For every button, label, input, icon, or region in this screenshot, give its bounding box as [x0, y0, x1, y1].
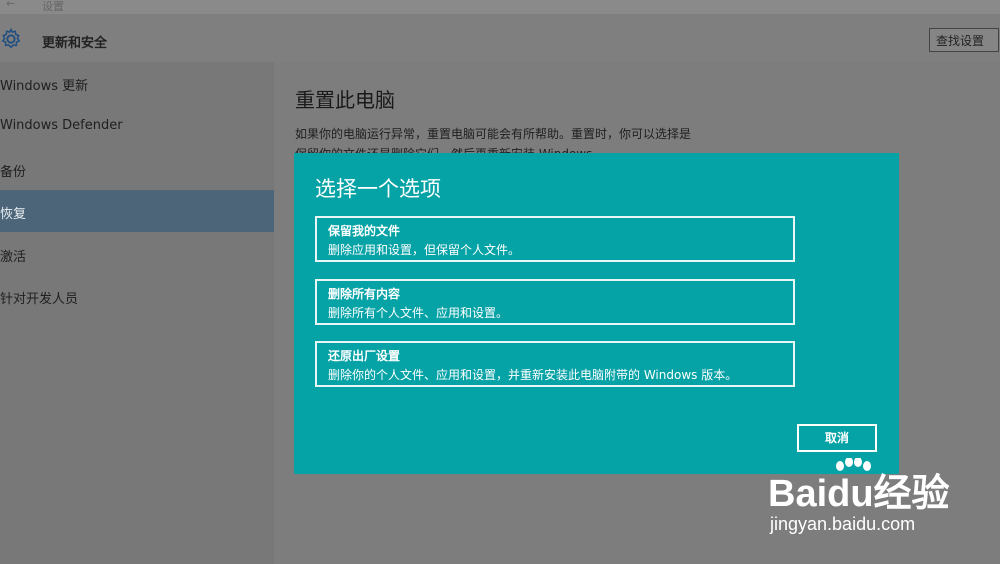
option-description: 删除你的个人文件、应用和设置，并重新安装此电脑附带的 Windows 版本。	[328, 368, 738, 382]
sidebar-item-windows-defender[interactable]: Windows Defender	[0, 105, 274, 147]
option-remove-everything[interactable]: 删除所有内容 删除所有个人文件、应用和设置。	[315, 279, 795, 325]
back-arrow-icon[interactable]: ←	[6, 0, 15, 10]
sidebar-item-label: 激活	[0, 250, 27, 265]
option-description: 删除所有个人文件、应用和设置。	[328, 306, 509, 320]
watermark-url: jingyan.baidu.com	[770, 514, 916, 534]
search-settings-input[interactable]: 查找设置	[929, 28, 999, 52]
app-title: 设置	[42, 0, 64, 13]
option-description: 删除应用和设置，但保留个人文件。	[328, 243, 521, 257]
reset-description: 如果你的电脑运行异常，重置电脑可能会有所帮助。重置时，你可以选择是保留你的文件还…	[295, 127, 692, 154]
sidebar-item-label: 恢复	[0, 207, 27, 222]
page-header-title: 更新和安全	[42, 36, 108, 51]
choose-option-dialog: 选择一个选项 保留我的文件 删除应用和设置，但保留个人文件。 删除所有内容 删除…	[294, 153, 899, 474]
sidebar-item-for-developers[interactable]: 针对开发人员	[0, 275, 274, 317]
sidebar-item-label: Windows 更新	[0, 79, 89, 94]
sidebar-item-label: 备份	[0, 165, 27, 180]
title-bar: ← 设置	[0, 0, 1000, 14]
dialog-title: 选择一个选项	[315, 177, 441, 201]
sidebar-item-recovery[interactable]: 恢复	[0, 190, 274, 232]
gear-icon	[1, 28, 21, 49]
sidebar-item-label: Windows Defender	[0, 118, 123, 133]
page-title: 重置此电脑	[295, 88, 395, 112]
sidebar-item-windows-update[interactable]: Windows 更新	[0, 62, 274, 104]
option-title: 保留我的文件	[328, 224, 401, 238]
sidebar-item-label: 针对开发人员	[0, 292, 79, 307]
settings-header: 更新和安全	[0, 14, 1000, 62]
sidebar-item-activation[interactable]: 激活	[0, 233, 274, 275]
sidebar-item-backup[interactable]: 备份	[0, 148, 274, 190]
option-title: 删除所有内容	[328, 287, 401, 301]
cancel-button[interactable]: 取消	[797, 424, 877, 452]
paw-icon	[836, 458, 871, 471]
option-restore-factory-settings[interactable]: 还原出厂设置 删除你的个人文件、应用和设置，并重新安装此电脑附带的 Window…	[315, 341, 795, 387]
sidebar: Windows 更新 Windows Defender 备份 恢复 激活 针对开…	[0, 62, 274, 564]
option-title: 还原出厂设置	[328, 349, 401, 363]
option-keep-my-files[interactable]: 保留我的文件 删除应用和设置，但保留个人文件。	[315, 216, 795, 262]
baidu-jingyan-watermark: Baidu经验 jingyan.baidu.com	[768, 458, 968, 548]
